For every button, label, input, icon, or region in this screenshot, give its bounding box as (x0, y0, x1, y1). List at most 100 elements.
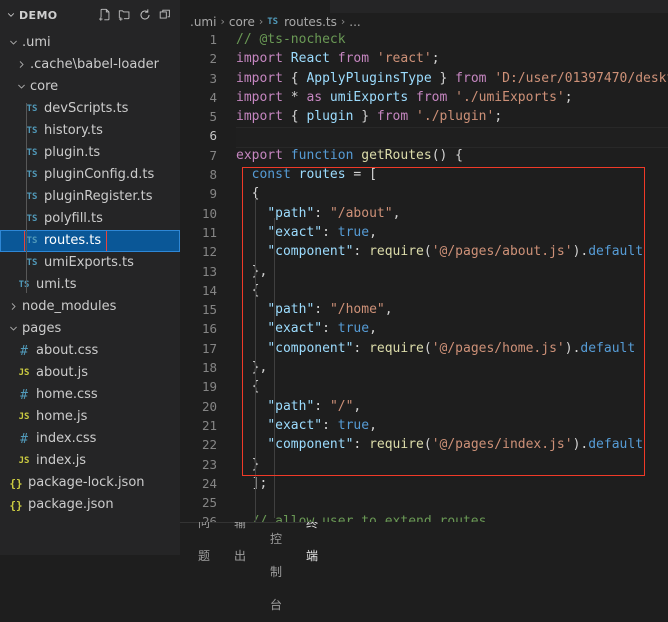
code-text[interactable]: import { plugin } from './plugin'; (217, 107, 668, 126)
chevron-down-icon[interactable] (16, 81, 28, 93)
code-text[interactable]: const routes = [ (217, 165, 668, 184)
code-text[interactable]: "component": require('@/pages/home.js').… (217, 339, 668, 358)
code-token: './plugin' (416, 109, 495, 125)
tree-file[interactable]: # home.css (0, 384, 180, 406)
code-token: : (353, 244, 370, 260)
code-text[interactable]: { (217, 184, 668, 203)
code-token: 'react' (376, 51, 432, 67)
code-text[interactable]: }, (217, 358, 668, 377)
tree-file[interactable]: TS umiExports.ts (0, 252, 180, 274)
breadcrumb-separator: › (258, 15, 264, 28)
panel-row: 问题输出调试控制台终端 (0, 466, 668, 612)
code-token: ; (494, 109, 503, 125)
tree-file[interactable]: JS about.js (0, 362, 180, 384)
tree-file[interactable]: {} package-lock.json (0, 472, 180, 494)
code-text[interactable]: "component": require('@/pages/about.js')… (217, 242, 668, 261)
code-text[interactable]: "component": require('@/pages/index.js')… (217, 435, 668, 454)
code-token: "exact" (267, 224, 323, 240)
code-text[interactable]: }, (217, 262, 668, 281)
code-line: 5 import { plugin } from './plugin'; (180, 107, 668, 126)
code-text[interactable]: "exact": true, (217, 319, 668, 338)
chevron-right-icon[interactable] (8, 301, 20, 313)
tree-folder[interactable]: core (0, 76, 180, 98)
code-text[interactable]: // @ts-nocheck (217, 30, 668, 49)
tree-file[interactable]: TS umi.ts (0, 274, 180, 296)
code-text[interactable]: import React from 'react'; (217, 49, 668, 68)
code-text[interactable]: "exact": true, (217, 223, 668, 242)
tree-file[interactable]: TS polyfill.ts (0, 208, 180, 230)
editor-tab-routes[interactable] (180, 0, 330, 13)
code-text[interactable]: "path": "/about", (217, 204, 668, 223)
tree-folder[interactable]: pages (0, 318, 180, 340)
code-text[interactable]: ]; (217, 474, 668, 493)
tree-file[interactable]: # index.css (0, 428, 180, 450)
code-text[interactable]: import * as umiExports from './umiExport… (217, 88, 668, 107)
tree-file[interactable]: TS pluginConfig.d.ts (0, 164, 180, 186)
line-number: 10 (201, 205, 217, 221)
collapse-all-icon[interactable] (158, 8, 172, 22)
code-line: 12 "component": require('@/pages/about.j… (180, 242, 668, 261)
tree-file[interactable]: JS index.js (0, 450, 180, 472)
tree-file[interactable]: JS home.js (0, 406, 180, 428)
breadcrumb-item[interactable]: .umi (190, 15, 216, 29)
tree-file[interactable]: TS history.ts (0, 120, 180, 142)
code-token: function (290, 147, 354, 163)
code-token: : (353, 340, 370, 356)
tree-file[interactable]: # about.css (0, 340, 180, 362)
code-token: '@/pages/home.js' (431, 340, 565, 356)
tree-item-label: node_modules (22, 299, 117, 314)
breadcrumb[interactable]: .umi › core › TS routes.ts ›... (180, 13, 668, 30)
code-token: '@/pages/about.js' (431, 244, 573, 260)
code-token: { (282, 109, 307, 125)
code-text[interactable]: "path": "/home", (217, 300, 668, 319)
chevron-down-icon[interactable] (8, 37, 20, 49)
line-number: 23 (201, 456, 217, 472)
code-token: export (236, 147, 283, 163)
refresh-icon[interactable] (138, 8, 152, 22)
code-token: ]; (236, 475, 268, 491)
tree-file[interactable]: {} package.json (0, 494, 180, 516)
code-token: { (236, 186, 260, 202)
code-token: true (337, 321, 370, 337)
tree-item-label: plugin.ts (44, 145, 101, 160)
code-token: require (369, 244, 424, 260)
code-text[interactable]: { (217, 281, 668, 300)
tree-file[interactable]: TS routes.ts (0, 230, 180, 252)
code-token: : (322, 417, 338, 433)
code-text[interactable]: "exact": true, (217, 416, 668, 435)
code-token: "component" (267, 244, 354, 260)
code-lines: 1// @ts-nocheck 2 import React from 'react… (180, 30, 668, 522)
code-text[interactable]: } (217, 455, 668, 474)
new-folder-icon[interactable] (118, 8, 132, 22)
chevron-right-icon[interactable] (16, 59, 28, 71)
panel-sidebar-gap (0, 522, 180, 555)
new-file-icon[interactable] (98, 8, 112, 22)
code-token: "path" (267, 205, 315, 221)
file-tree[interactable]: .umi .cache\babel-loader core TS devScripts.… (0, 30, 180, 522)
code-line: 16 "exact": true, (180, 319, 668, 338)
tree-item-label: about.js (36, 365, 89, 380)
code-line: 3 import { ApplyPluginsType } from 'D:/us… (180, 69, 668, 88)
code-text[interactable]: export function getRoutes() { (217, 146, 668, 165)
breadcrumb-item[interactable]: routes.ts (284, 15, 337, 29)
code-text[interactable]: import { ApplyPluginsType } from 'D:/use… (217, 69, 668, 88)
code-token: "component" (267, 437, 354, 453)
tree-file[interactable]: TS plugin.ts (0, 142, 180, 164)
breadcrumb-item[interactable]: core (229, 15, 255, 29)
breadcrumb-item[interactable]: ... (349, 15, 360, 29)
code-text[interactable]: "path": "/", (217, 397, 668, 416)
chevron-down-icon[interactable] (8, 323, 20, 335)
tree-folder[interactable]: .cache\babel-loader (0, 54, 180, 76)
tree-file[interactable]: TS pluginRegister.ts (0, 186, 180, 208)
tree-item-label: pluginConfig.d.ts (44, 167, 155, 182)
tree-file[interactable]: TS devScripts.ts (0, 98, 180, 120)
code-editor[interactable]: 1// @ts-nocheck 2 import React from 'react… (180, 30, 668, 522)
tree-folder[interactable]: node_modules (0, 296, 180, 318)
explorer-root-folder[interactable]: DEMO (6, 9, 58, 22)
code-text[interactable]: { (217, 377, 668, 396)
code-text[interactable]: // allow user to extend routes (217, 512, 668, 522)
tree-folder[interactable]: .umi (0, 32, 180, 54)
